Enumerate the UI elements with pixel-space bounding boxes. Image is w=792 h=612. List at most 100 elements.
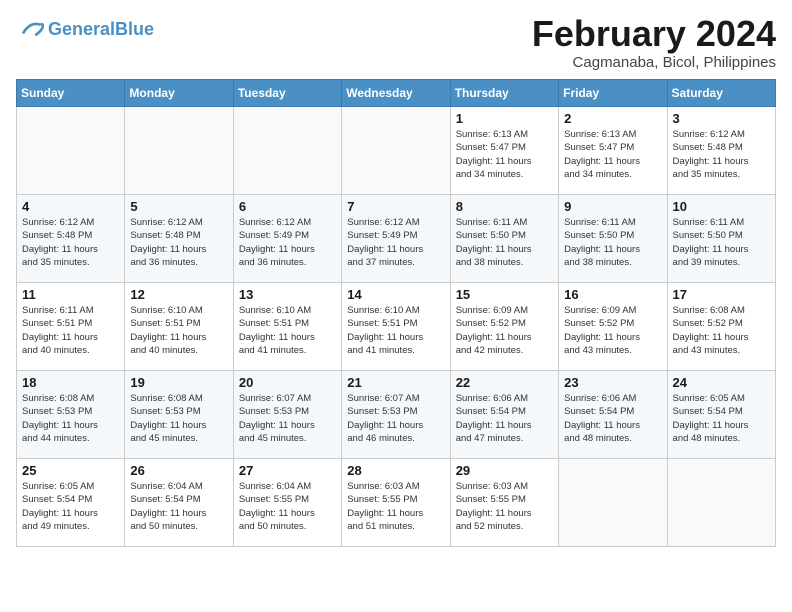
weekday-header-friday: Friday <box>559 80 667 107</box>
weekday-header-row: SundayMondayTuesdayWednesdayThursdayFrid… <box>17 80 776 107</box>
calendar-cell: 7 Sunrise: 6:12 AM Sunset: 5:49 PM Daylig… <box>342 195 450 283</box>
day-number: 24 <box>673 375 770 390</box>
day-info: Sunrise: 6:12 AM Sunset: 5:49 PM Dayligh… <box>347 216 444 269</box>
weekday-header-tuesday: Tuesday <box>233 80 341 107</box>
day-info: Sunrise: 6:12 AM Sunset: 5:48 PM Dayligh… <box>130 216 227 269</box>
day-number: 2 <box>564 111 661 126</box>
day-info: Sunrise: 6:08 AM Sunset: 5:53 PM Dayligh… <box>22 392 119 445</box>
calendar-cell: 26Sunrise: 6:04 AM Sunset: 5:54 PM Dayli… <box>125 459 233 547</box>
day-number: 1 <box>456 111 553 126</box>
day-info: Sunrise: 6:05 AM Sunset: 5:54 PM Dayligh… <box>673 392 770 445</box>
page-header: GeneralBlue February 2024 Cagmanaba, Bic… <box>16 16 776 71</box>
calendar-cell: 1 Sunrise: 6:13 AM Sunset: 5:47 PM Daylig… <box>450 107 558 195</box>
calendar-cell: 21 Sunrise: 6:07 AM Sunset: 5:53 PM Dayli… <box>342 371 450 459</box>
calendar-cell: 10 Sunrise: 6:11 AM Sunset: 5:50 PM Dayli… <box>667 195 775 283</box>
title-block: February 2024 Cagmanaba, Bicol, Philippi… <box>532 16 776 71</box>
logo-general: General <box>48 19 115 39</box>
day-info: Sunrise: 6:12 AM Sunset: 5:48 PM Dayligh… <box>673 128 770 181</box>
day-info: Sunrise: 6:11 AM Sunset: 5:50 PM Dayligh… <box>564 216 661 269</box>
calendar-cell: 17 Sunrise: 6:08 AM Sunset: 5:52 PM Dayli… <box>667 283 775 371</box>
calendar-cell: 23Sunrise: 6:06 AM Sunset: 5:54 PM Dayli… <box>559 371 667 459</box>
weekday-header-wednesday: Wednesday <box>342 80 450 107</box>
day-number: 22 <box>456 375 553 390</box>
day-number: 19 <box>130 375 227 390</box>
calendar-cell <box>667 459 775 547</box>
day-info: Sunrise: 6:10 AM Sunset: 5:51 PM Dayligh… <box>239 304 336 357</box>
calendar-cell: 11Sunrise: 6:11 AM Sunset: 5:51 PM Dayli… <box>17 283 125 371</box>
day-info: Sunrise: 6:06 AM Sunset: 5:54 PM Dayligh… <box>456 392 553 445</box>
day-info: Sunrise: 6:06 AM Sunset: 5:54 PM Dayligh… <box>564 392 661 445</box>
day-info: Sunrise: 6:08 AM Sunset: 5:52 PM Dayligh… <box>673 304 770 357</box>
day-number: 25 <box>22 463 119 478</box>
calendar-cell: 5 Sunrise: 6:12 AM Sunset: 5:48 PM Daylig… <box>125 195 233 283</box>
calendar-cell: 20 Sunrise: 6:07 AM Sunset: 5:53 PM Dayli… <box>233 371 341 459</box>
day-number: 29 <box>456 463 553 478</box>
week-row-0: 1 Sunrise: 6:13 AM Sunset: 5:47 PM Daylig… <box>17 107 776 195</box>
calendar-cell: 6 Sunrise: 6:12 AM Sunset: 5:49 PM Daylig… <box>233 195 341 283</box>
month-title: February 2024 <box>532 16 776 52</box>
day-number: 9 <box>564 199 661 214</box>
day-number: 8 <box>456 199 553 214</box>
logo-blue: Blue <box>115 19 154 39</box>
calendar-cell: 13 Sunrise: 6:10 AM Sunset: 5:51 PM Dayli… <box>233 283 341 371</box>
calendar-cell: 29 Sunrise: 6:03 AM Sunset: 5:55 PM Dayli… <box>450 459 558 547</box>
week-row-4: 25 Sunrise: 6:05 AM Sunset: 5:54 PM Dayli… <box>17 459 776 547</box>
day-number: 26 <box>130 463 227 478</box>
day-info: Sunrise: 6:11 AM Sunset: 5:50 PM Dayligh… <box>456 216 553 269</box>
calendar-cell: 16 Sunrise: 6:09 AM Sunset: 5:52 PM Dayli… <box>559 283 667 371</box>
day-number: 18 <box>22 375 119 390</box>
day-info: Sunrise: 6:11 AM Sunset: 5:50 PM Dayligh… <box>673 216 770 269</box>
week-row-3: 18 Sunrise: 6:08 AM Sunset: 5:53 PM Dayli… <box>17 371 776 459</box>
day-info: Sunrise: 6:07 AM Sunset: 5:53 PM Dayligh… <box>347 392 444 445</box>
day-number: 13 <box>239 287 336 302</box>
calendar-cell: 3 Sunrise: 6:12 AM Sunset: 5:48 PM Daylig… <box>667 107 775 195</box>
day-number: 5 <box>130 199 227 214</box>
day-info: Sunrise: 6:12 AM Sunset: 5:49 PM Dayligh… <box>239 216 336 269</box>
day-info: Sunrise: 6:10 AM Sunset: 5:51 PM Dayligh… <box>130 304 227 357</box>
day-info: Sunrise: 6:13 AM Sunset: 5:47 PM Dayligh… <box>564 128 661 181</box>
day-info: Sunrise: 6:03 AM Sunset: 5:55 PM Dayligh… <box>347 480 444 533</box>
calendar-cell: 14Sunrise: 6:10 AM Sunset: 5:51 PM Dayli… <box>342 283 450 371</box>
logo-icon <box>16 16 44 44</box>
calendar-cell <box>17 107 125 195</box>
day-number: 21 <box>347 375 444 390</box>
weekday-header-thursday: Thursday <box>450 80 558 107</box>
day-info: Sunrise: 6:13 AM Sunset: 5:47 PM Dayligh… <box>456 128 553 181</box>
calendar-cell: 18 Sunrise: 6:08 AM Sunset: 5:53 PM Dayli… <box>17 371 125 459</box>
calendar-cell: 22 Sunrise: 6:06 AM Sunset: 5:54 PM Dayli… <box>450 371 558 459</box>
calendar-cell <box>559 459 667 547</box>
day-info: Sunrise: 6:04 AM Sunset: 5:55 PM Dayligh… <box>239 480 336 533</box>
day-number: 14 <box>347 287 444 302</box>
calendar-cell: 25 Sunrise: 6:05 AM Sunset: 5:54 PM Dayli… <box>17 459 125 547</box>
day-info: Sunrise: 6:05 AM Sunset: 5:54 PM Dayligh… <box>22 480 119 533</box>
day-number: 12 <box>130 287 227 302</box>
calendar-cell: 12 Sunrise: 6:10 AM Sunset: 5:51 PM Dayli… <box>125 283 233 371</box>
day-number: 3 <box>673 111 770 126</box>
week-row-2: 11Sunrise: 6:11 AM Sunset: 5:51 PM Dayli… <box>17 283 776 371</box>
logo: GeneralBlue <box>16 16 154 44</box>
day-number: 15 <box>456 287 553 302</box>
calendar-cell: 27 Sunrise: 6:04 AM Sunset: 5:55 PM Dayli… <box>233 459 341 547</box>
day-info: Sunrise: 6:09 AM Sunset: 5:52 PM Dayligh… <box>564 304 661 357</box>
calendar-cell <box>125 107 233 195</box>
day-number: 16 <box>564 287 661 302</box>
calendar-cell <box>233 107 341 195</box>
calendar-cell: 9 Sunrise: 6:11 AM Sunset: 5:50 PM Daylig… <box>559 195 667 283</box>
day-number: 27 <box>239 463 336 478</box>
day-info: Sunrise: 6:03 AM Sunset: 5:55 PM Dayligh… <box>456 480 553 533</box>
calendar-table: SundayMondayTuesdayWednesdayThursdayFrid… <box>16 79 776 547</box>
day-info: Sunrise: 6:08 AM Sunset: 5:53 PM Dayligh… <box>130 392 227 445</box>
day-number: 17 <box>673 287 770 302</box>
day-number: 20 <box>239 375 336 390</box>
week-row-1: 4Sunrise: 6:12 AM Sunset: 5:48 PM Daylig… <box>17 195 776 283</box>
calendar-cell <box>342 107 450 195</box>
calendar-cell: 15Sunrise: 6:09 AM Sunset: 5:52 PM Dayli… <box>450 283 558 371</box>
calendar-cell: 24 Sunrise: 6:05 AM Sunset: 5:54 PM Dayli… <box>667 371 775 459</box>
day-info: Sunrise: 6:07 AM Sunset: 5:53 PM Dayligh… <box>239 392 336 445</box>
calendar-cell: 28Sunrise: 6:03 AM Sunset: 5:55 PM Dayli… <box>342 459 450 547</box>
day-number: 10 <box>673 199 770 214</box>
day-number: 6 <box>239 199 336 214</box>
logo-text: GeneralBlue <box>48 20 154 40</box>
weekday-header-saturday: Saturday <box>667 80 775 107</box>
day-number: 7 <box>347 199 444 214</box>
